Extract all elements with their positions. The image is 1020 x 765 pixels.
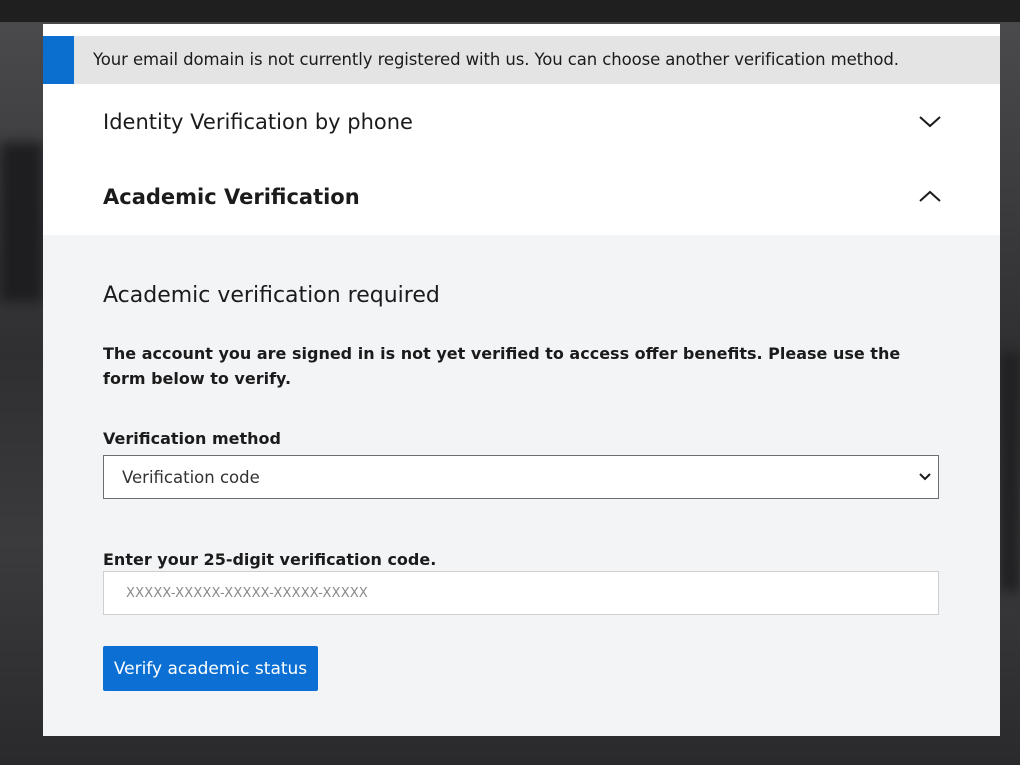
section-heading: Academic verification required [103,283,440,308]
accordion-phone-verification[interactable]: Identity Verification by phone [43,84,1000,159]
accordion-academic-verification[interactable]: Academic Verification [43,159,1000,235]
banner-message: Your email domain is not currently regis… [93,50,899,69]
banner-accent-bar [43,36,74,84]
chevron-up-icon[interactable] [917,186,943,206]
accordion-title: Academic Verification [103,185,360,209]
select-value: Verification code [122,468,260,487]
verification-code-label: Enter your 25-digit verification code. [103,550,437,569]
academic-verification-content: Academic verification required The accou… [43,235,1000,736]
backdrop-shadow [0,142,43,302]
verification-code-input[interactable] [103,571,939,615]
section-description: The account you are signed in is not yet… [103,344,901,388]
verification-panel: Your email domain is not currently regis… [43,24,1000,736]
info-banner: Your email domain is not currently regis… [43,36,1000,84]
verification-method-select[interactable]: Verification code [103,455,939,499]
backdrop-shadow [1000,352,1020,592]
accordion-title: Identity Verification by phone [103,110,413,134]
verification-method-label: Verification method [103,429,281,448]
chevron-down-icon [919,473,931,481]
chevron-down-icon[interactable] [917,111,943,131]
verify-academic-status-button[interactable]: Verify academic status [103,646,318,691]
top-bar [0,0,1020,22]
